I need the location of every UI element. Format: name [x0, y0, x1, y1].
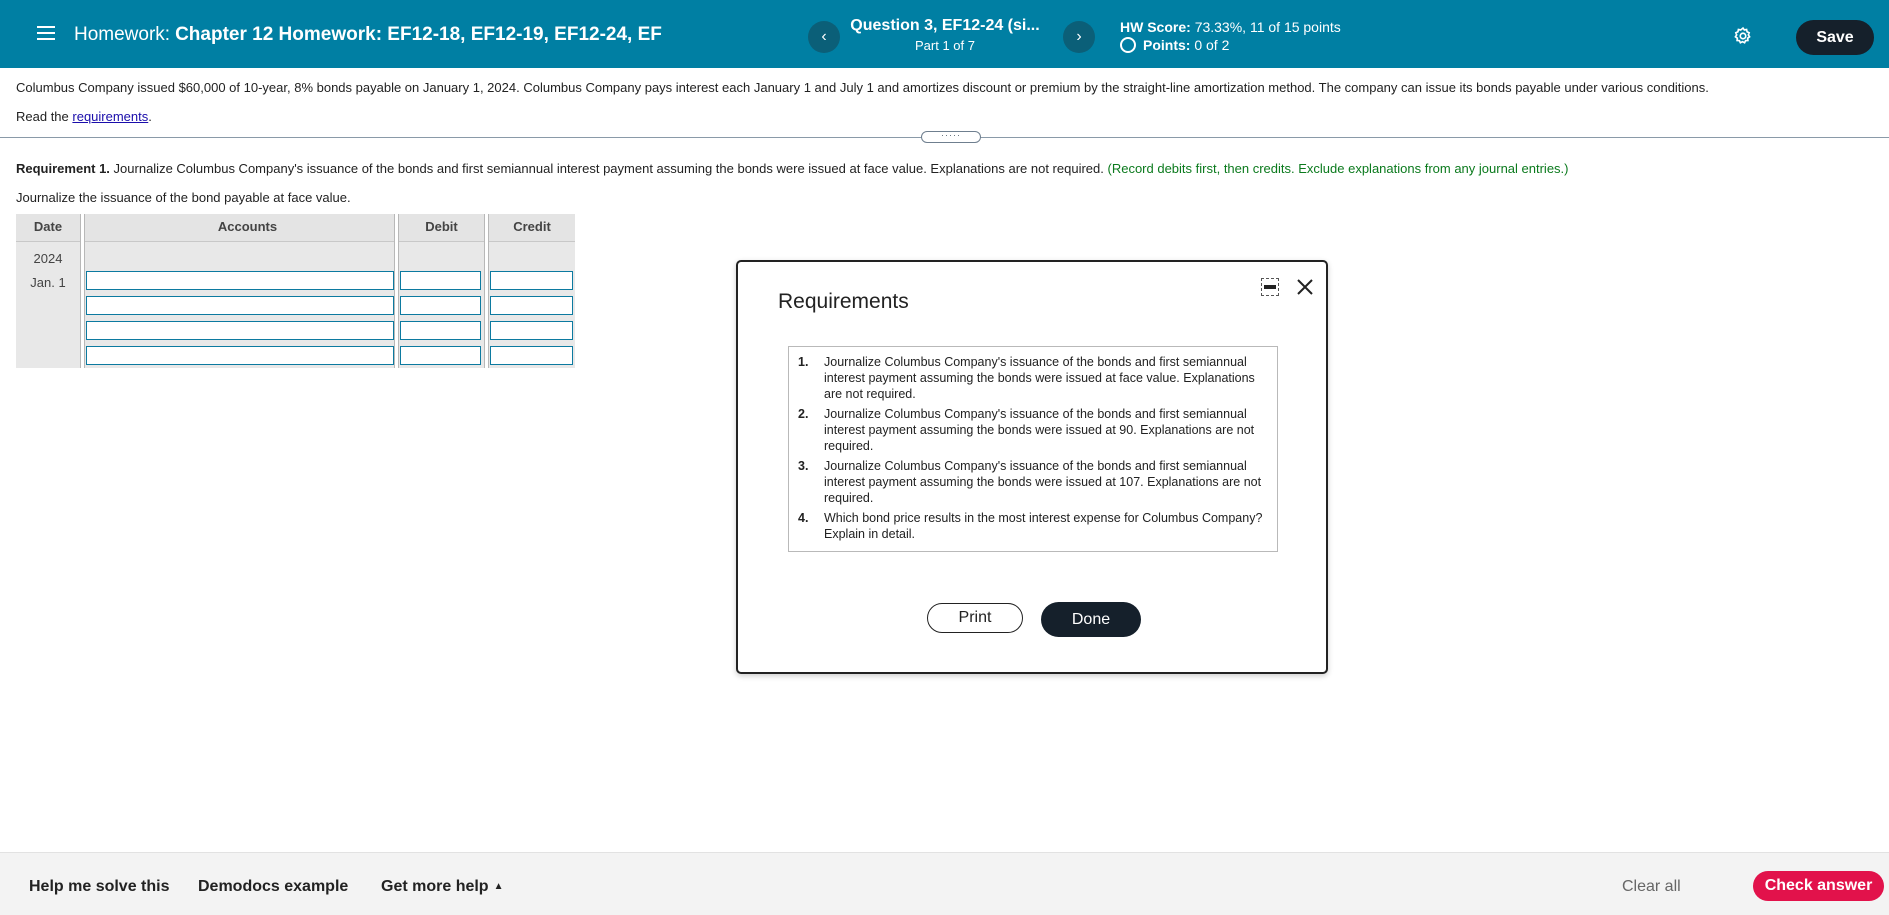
header-accounts: Accounts	[85, 214, 410, 242]
bottom-bar: Help me solve this Demodocs example Get …	[0, 852, 1889, 915]
panel-resize-handle[interactable]: ·····	[921, 131, 981, 143]
credit-input[interactable]	[490, 346, 573, 365]
homework-title: Homework: Chapter 12 Homework: EF12-18, E…	[74, 24, 662, 46]
debit-input[interactable]	[400, 321, 481, 340]
question-title: Question 3, EF12-24 (si...	[850, 17, 1040, 34]
account-input[interactable]	[86, 321, 394, 340]
account-input[interactable]	[86, 296, 394, 315]
credit-blank-cell	[489, 242, 575, 267]
question-part: Part 1 of 7	[915, 38, 975, 53]
hw-score: HW Score: 73.33%, 11 of 15 points	[1120, 19, 1341, 35]
problem-statement: Columbus Company issued $60,000 of 10-ye…	[16, 80, 1709, 95]
top-bar: Homework: Chapter 12 Homework: EF12-18, E…	[0, 0, 1889, 68]
get-more-help-button[interactable]: Get more help ▲	[381, 878, 503, 896]
homework-label: Homework:	[74, 24, 171, 45]
requirement-text: Journalize Columbus Company's issuance o…	[824, 459, 1262, 505]
hw-score-value: 73.33%, 11 of 15 points	[1194, 19, 1341, 35]
points-status-icon	[1120, 37, 1136, 53]
check-answer-button[interactable]: Check answer	[1753, 871, 1884, 901]
hw-score-label: HW Score:	[1120, 19, 1191, 35]
modal-title: Requirements	[778, 290, 909, 313]
requirement-text: Journalize Columbus Company's issuance o…	[824, 355, 1255, 401]
chevron-right-icon: ›	[1076, 28, 1082, 45]
read-requirements: Read the requirements.	[16, 109, 152, 124]
points-value: 0 of 2	[1194, 37, 1230, 53]
menu-icon[interactable]	[34, 22, 58, 46]
header-debit: Debit	[399, 214, 484, 242]
chevron-left-icon: ‹	[821, 28, 827, 45]
account-input[interactable]	[86, 346, 394, 365]
caret-up-icon: ▲	[493, 881, 504, 892]
requirements-link[interactable]: requirements	[72, 109, 148, 124]
print-button[interactable]: Print	[927, 603, 1023, 633]
minimize-icon[interactable]	[1261, 278, 1279, 296]
save-button[interactable]: Save	[1796, 20, 1874, 55]
requirements-modal: Requirements 1. Journalize Columbus Comp…	[736, 260, 1328, 674]
clear-all-button[interactable]: Clear all	[1622, 878, 1681, 896]
debit-blank-cell	[399, 242, 484, 267]
requirement-number: 4.	[798, 511, 809, 525]
help-me-solve-button[interactable]: Help me solve this	[29, 878, 170, 896]
get-more-help-label: Get more help	[381, 878, 489, 895]
account-input[interactable]	[86, 271, 394, 290]
debit-input[interactable]	[400, 346, 481, 365]
read-requirements-suffix: .	[148, 109, 152, 124]
credit-input[interactable]	[490, 296, 573, 315]
points-label: Points:	[1143, 37, 1191, 53]
requirements-list: 1. Journalize Columbus Company's issuanc…	[788, 346, 1278, 552]
requirement-number: 3.	[798, 459, 809, 473]
requirement-text: Which bond price results in the most int…	[824, 511, 1263, 541]
requirement-1-label: Requirement 1.	[16, 161, 110, 176]
journal-subtitle: Journalize the issuance of the bond paya…	[16, 190, 351, 205]
header-date: Date	[16, 214, 80, 242]
accounts-blank-cell	[85, 242, 394, 267]
requirement-number: 2.	[798, 407, 809, 421]
points: Points: 0 of 2	[1120, 37, 1229, 53]
read-requirements-prefix: Read the	[16, 109, 69, 124]
done-button[interactable]: Done	[1041, 602, 1141, 637]
requirement-1-instruction: (Record debits first, then credits. Excl…	[1107, 161, 1569, 176]
requirement-number: 1.	[798, 355, 809, 369]
demodocs-example-button[interactable]: Demodocs example	[198, 878, 348, 896]
date-day: Jan. 1	[30, 275, 66, 290]
close-icon[interactable]	[1294, 276, 1316, 298]
gear-icon[interactable]	[1733, 26, 1753, 46]
requirement-1-text: Journalize Columbus Company's issuance o…	[113, 161, 1104, 176]
date-year: 2024	[33, 251, 63, 266]
debit-input[interactable]	[400, 271, 481, 290]
debit-input[interactable]	[400, 296, 481, 315]
homework-name: Chapter 12 Homework: EF12-18, EF12-19, E…	[175, 24, 662, 45]
credit-input[interactable]	[490, 321, 573, 340]
header-credit: Credit	[489, 214, 575, 242]
requirement-1: Requirement 1. Journalize Columbus Compa…	[16, 161, 1569, 176]
requirement-text: Journalize Columbus Company's issuance o…	[824, 407, 1255, 453]
next-question-button[interactable]: ›	[1063, 21, 1095, 53]
credit-input[interactable]	[490, 271, 573, 290]
